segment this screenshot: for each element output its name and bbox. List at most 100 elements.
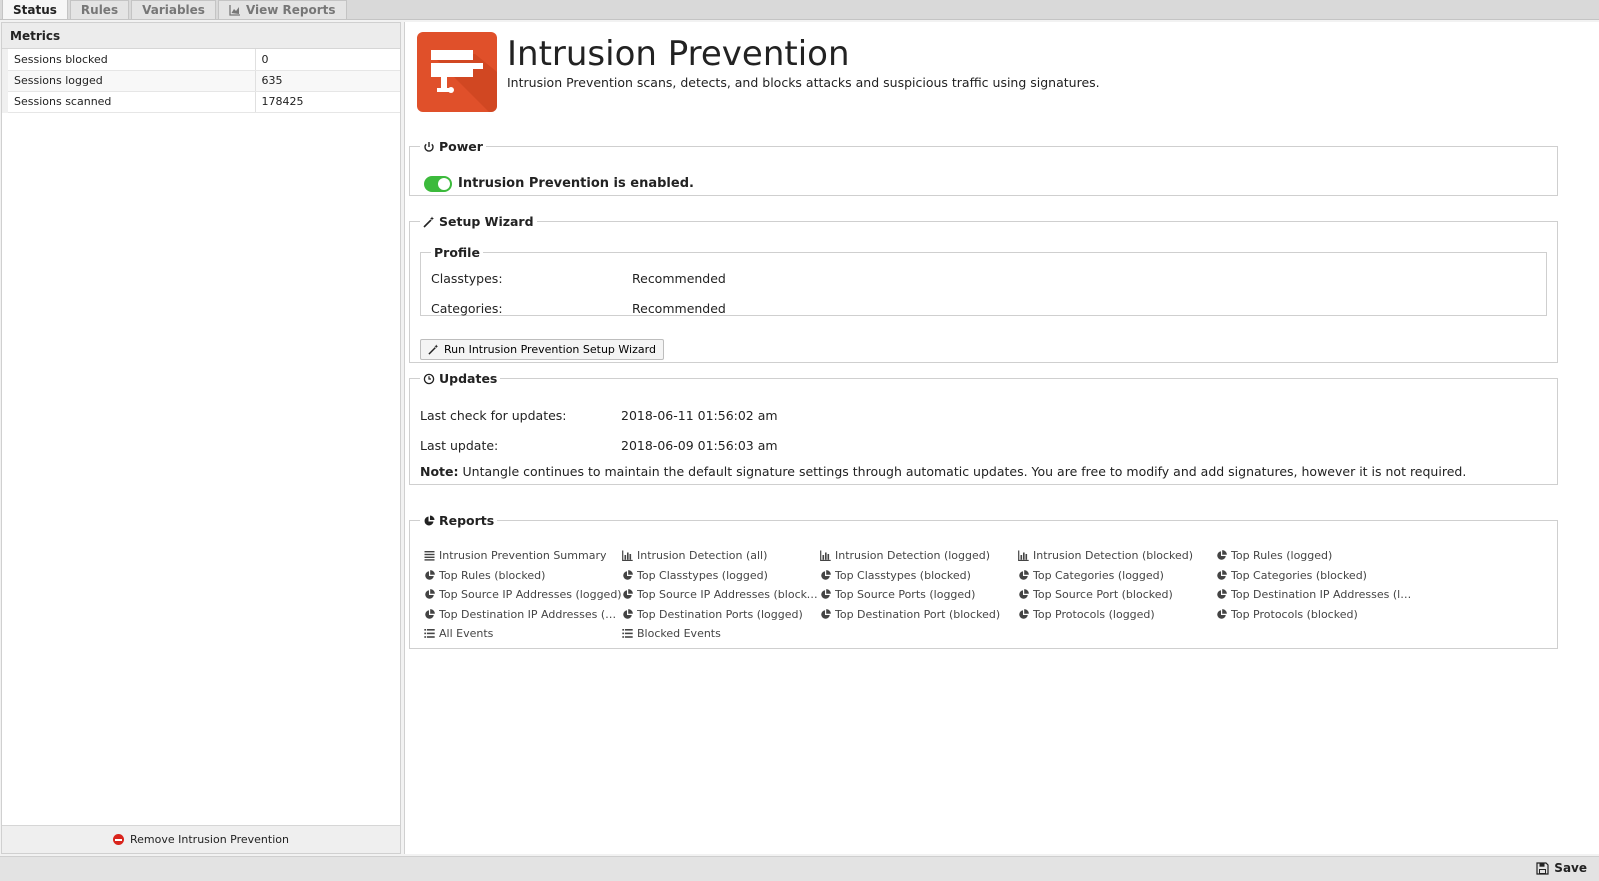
report-link[interactable]: Top Classtypes (logged) [622,568,820,583]
text-icon [424,550,435,561]
reports-grid: Intrusion Prevention Summary Intrusion De… [424,548,1424,641]
categories-label: Categories: [431,301,503,316]
report-link[interactable]: Top Destination Ports (logged) [622,607,820,622]
report-link-label: Intrusion Detection (blocked) [1033,549,1194,562]
pie-chart-icon [1018,608,1029,620]
pie-chart-icon [820,569,831,581]
pie-chart-icon [622,608,633,620]
pie-chart-icon [820,589,831,600]
report-link[interactable]: Top Source IP Addresses (logged) [424,587,622,602]
last-check-value: 2018-06-11 01:56:02 am [621,408,778,423]
power-toggle[interactable] [424,176,452,192]
power-icon [424,141,434,152]
report-link[interactable]: Top Destination IP Addresses (bl... [424,607,622,622]
report-link-label: Blocked Events [637,627,721,640]
pie-chart-icon [820,608,831,620]
pie-chart-icon [1216,569,1227,581]
metrics-panel: Metrics Sessions blocked 0 Sessions logg… [1,22,401,854]
magic-wand-icon [423,216,434,228]
tab-rules[interactable]: Rules [69,0,130,19]
metric-name: Sessions blocked [2,49,256,71]
report-link[interactable]: Top Rules (blocked) [424,568,622,583]
profile-legend: Profile [434,245,480,260]
page-description: Intrusion Prevention scans, detects, and… [507,75,1100,90]
tab-bar: Status Rules Variables View Reports [0,0,1599,20]
pie-chart-icon [424,569,435,581]
report-link-label: Top Destination Port (blocked) [835,607,1001,621]
metrics-table: Sessions blocked 0 Sessions logged 635 S… [2,49,400,113]
report-link[interactable]: Top Rules (logged) [1216,548,1414,563]
save-button[interactable]: Save [1536,861,1587,875]
categories-value: Recommended [632,301,726,316]
report-link-label: Top Source IP Addresses (blocke... [637,588,820,601]
metrics-header: Metrics [2,23,400,49]
report-link[interactable]: Intrusion Detection (all) [622,548,820,563]
report-link-label: Top Destination IP Addresses (lo... [1231,588,1414,601]
magic-wand-icon [428,344,439,355]
power-legend-label: Power [439,139,483,154]
report-link[interactable]: Top Categories (blocked) [1216,568,1414,583]
report-link[interactable]: Top Classtypes (blocked) [820,568,1018,583]
report-link[interactable]: Blocked Events [622,626,820,641]
report-link-label: Intrusion Detection (logged) [835,549,991,562]
report-link-label: Top Rules (blocked) [439,568,546,582]
tab-status[interactable]: Status [2,0,68,19]
reports-legend: Reports [420,513,497,528]
classtypes-label: Classtypes: [431,271,503,286]
bar-chart-icon [622,550,633,561]
report-link[interactable]: Intrusion Detection (logged) [820,548,1018,563]
report-link[interactable]: Top Destination Port (blocked) [820,607,1018,622]
table-row[interactable]: Sessions blocked 0 [2,49,400,71]
metric-value: 635 [255,70,400,92]
table-row[interactable]: Sessions scanned 178425 [2,91,400,113]
table-row[interactable]: Sessions logged 635 [2,70,400,92]
report-link-label: Top Protocols (blocked) [1231,607,1358,621]
tab-label: View Reports [245,3,336,17]
tab-view-reports[interactable]: View Reports [217,0,347,19]
pie-chart-icon [622,569,633,581]
pie-chart-icon [622,589,633,600]
report-link[interactable]: Top Source Port (blocked) [1018,587,1216,602]
report-link[interactable]: Top Destination IP Addresses (lo... [1216,587,1414,602]
run-setup-wizard-button[interactable]: Run Intrusion Prevention Setup Wizard [420,339,664,360]
report-link[interactable]: Top Categories (logged) [1018,568,1216,583]
run-setup-wizard-label: Run Intrusion Prevention Setup Wizard [444,343,656,356]
power-legend: Power [420,139,486,154]
metric-value: 178425 [255,91,400,113]
report-link[interactable]: Top Source IP Addresses (blocke... [622,587,820,602]
last-update-label: Last update: [420,438,499,453]
floppy-disk-icon [1536,861,1549,875]
report-link[interactable]: Top Source Ports (logged) [820,587,1018,602]
updates-legend-label: Updates [439,371,498,386]
reports-section: Reports Intrusion Prevention Summary Intr… [409,513,1558,649]
note-text: Untangle continues to maintain the defau… [462,464,1467,479]
report-link-label: All Events [439,627,494,640]
last-check-label: Last check for updates: [420,408,567,423]
report-link[interactable]: All Events [424,626,622,641]
report-link[interactable]: Top Protocols (blocked) [1216,607,1414,622]
security-camera-icon [431,50,497,112]
reports-legend-label: Reports [439,513,495,528]
status-panel: Intrusion Prevention Intrusion Preventio… [404,22,1599,854]
footer-bar: Save [0,856,1599,881]
report-link-label: Intrusion Prevention Summary [439,549,607,562]
setup-wizard-section: Setup Wizard Profile Classtypes: Recomme… [409,214,1558,363]
remove-app-button[interactable]: Remove Intrusion Prevention [2,825,400,853]
report-link-label: Top Classtypes (blocked) [835,568,971,582]
tab-variables[interactable]: Variables [131,0,216,19]
metric-name: Sessions scanned [2,91,256,113]
intrusion-prevention-app-icon [417,32,497,112]
report-link[interactable]: Intrusion Prevention Summary [424,548,622,563]
chart-icon [229,5,240,16]
classtypes-value: Recommended [632,271,726,286]
report-link[interactable]: Top Protocols (logged) [1018,607,1216,622]
pie-chart-icon [1216,550,1227,561]
report-link-label: Top Protocols (logged) [1033,607,1155,621]
last-update-value: 2018-06-09 01:56:03 am [621,438,778,453]
report-link-label: Top Source Port (blocked) [1033,588,1173,601]
pie-chart-icon [1018,569,1029,581]
report-link-label: Top Categories (logged) [1033,568,1164,582]
report-link-label: Top Categories (blocked) [1231,568,1367,582]
power-status-text: Intrusion Prevention is enabled. [458,176,694,191]
report-link[interactable]: Intrusion Detection (blocked) [1018,548,1216,563]
